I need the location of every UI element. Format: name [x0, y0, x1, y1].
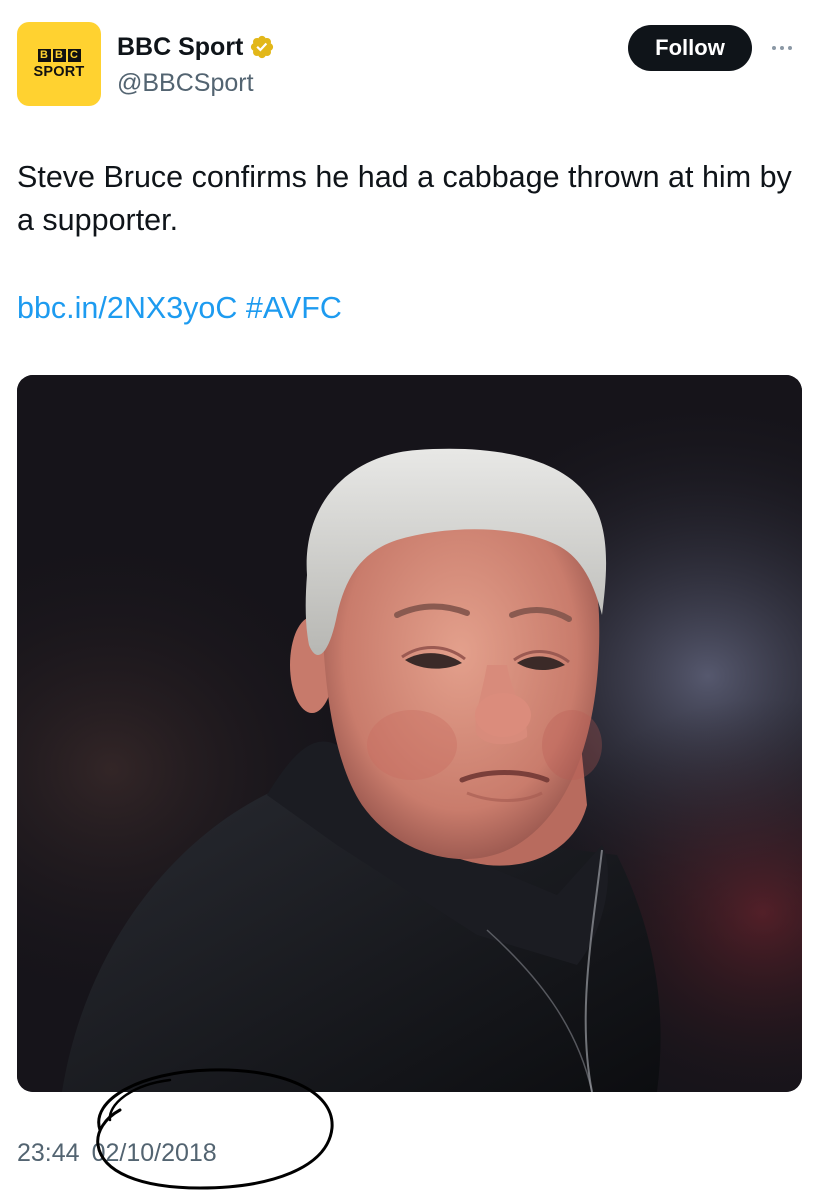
bbc-logo-blocks: B B C	[37, 48, 81, 62]
article-link[interactable]: bbc.in/2NX3yoC	[17, 291, 237, 325]
more-dot	[780, 46, 784, 50]
tweet-date: 02/10/2018	[91, 1139, 217, 1167]
display-name-text: BBC Sport	[117, 33, 244, 61]
follow-button[interactable]: Follow	[628, 25, 752, 71]
more-dot	[772, 46, 776, 50]
bbc-logo-sport: SPORT	[33, 63, 85, 80]
account-handle[interactable]: @BBCSport	[117, 68, 254, 98]
bbc-logo-letter-3: C	[67, 48, 81, 62]
more-dot	[788, 46, 792, 50]
tweet-time: 23:44	[17, 1139, 80, 1167]
tweet-links: bbc.in/2NX3yoC #AVFC	[17, 287, 342, 330]
tweet-photo[interactable]	[17, 375, 802, 1092]
verified-badge-icon[interactable]	[249, 34, 275, 60]
bbc-logo-letter-1: B	[37, 48, 51, 62]
photo-illustration	[17, 375, 802, 1092]
tweet-text: Steve Bruce confirms he had a cabbage th…	[17, 160, 792, 237]
account-display-name[interactable]: BBC Sport	[117, 32, 275, 62]
hashtag-link[interactable]: #AVFC	[246, 291, 342, 325]
avatar-bbc-sport[interactable]: B B C SPORT	[17, 22, 101, 106]
bbc-logo-letter-2: B	[52, 48, 66, 62]
tweet-timestamp[interactable]: 23:44 02/10/2018	[17, 1138, 217, 1168]
more-options-icon[interactable]	[762, 36, 802, 60]
